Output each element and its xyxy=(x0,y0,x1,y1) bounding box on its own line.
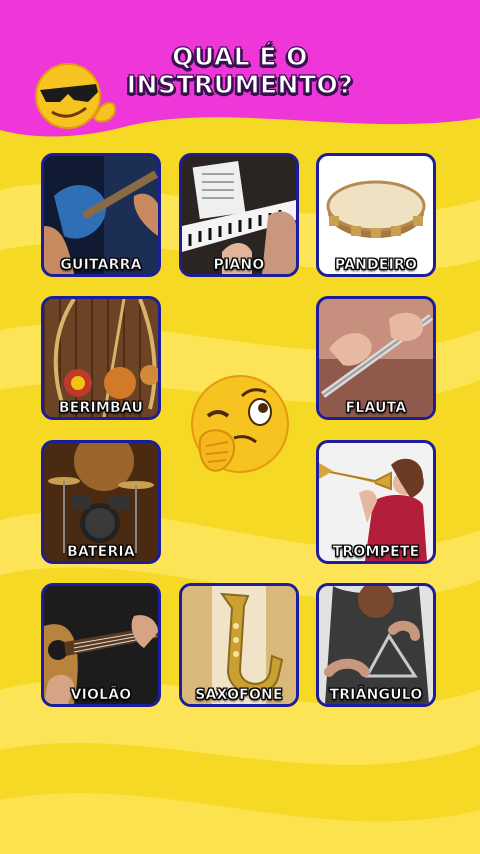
instrument-label: BERIMBAU xyxy=(58,400,144,417)
instrument-card-violao[interactable]: VIOLÃO xyxy=(41,583,161,707)
instrument-label: SAXOFONE xyxy=(195,687,283,704)
instrument-label: FLAUTA xyxy=(345,400,407,417)
instrument-label: GUITARRA xyxy=(60,257,142,274)
instrument-card-flauta[interactable]: FLAUTA xyxy=(316,296,436,420)
instrument-card-bateria[interactable]: BATERIA xyxy=(41,440,161,564)
instrument-label: TRIÂNGULO xyxy=(329,687,423,704)
instrument-card-piano[interactable]: PIANO xyxy=(179,153,299,277)
instrument-card-triangulo[interactable]: TRIÂNGULO xyxy=(316,583,436,707)
thinking-winking-emoji-icon xyxy=(191,375,289,473)
instrument-label: BATERIA xyxy=(67,544,135,561)
instrument-card-pandeiro[interactable]: PANDEIRO xyxy=(316,153,436,277)
instrument-label: TROMPETE xyxy=(332,544,420,561)
instrument-label: PIANO xyxy=(213,257,265,274)
instrument-label: PANDEIRO xyxy=(334,257,418,274)
instrument-label: VIOLÃO xyxy=(70,687,132,704)
instrument-card-berimbau[interactable]: BERIMBAU xyxy=(41,296,161,420)
instrument-card-saxofone[interactable]: SAXOFONE xyxy=(179,583,299,707)
instrument-card-guitarra[interactable]: GUITARRA xyxy=(41,153,161,277)
cool-sunglasses-emoji-icon xyxy=(35,63,116,129)
instrument-card-trompete[interactable]: TROMPETE xyxy=(316,440,436,564)
